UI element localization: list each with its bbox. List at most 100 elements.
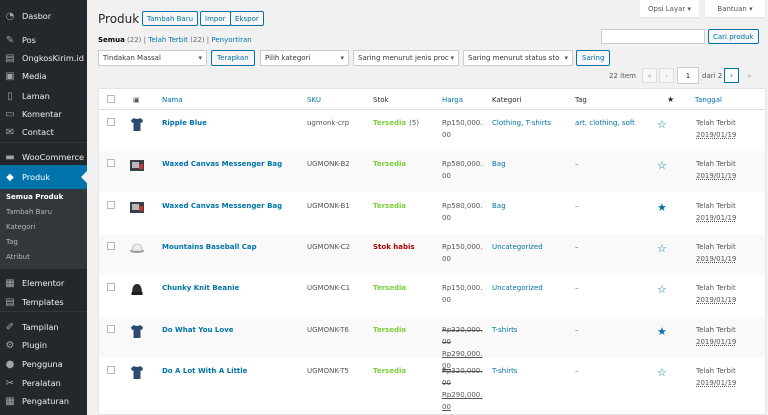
- column-date[interactable]: Tanggal: [695, 96, 722, 104]
- category-select[interactable]: Pilih kategori ▾: [260, 50, 349, 66]
- menu-item-tampilan[interactable]: ✐ Tampilan: [0, 317, 87, 337]
- product-thumbnail[interactable]: [129, 364, 145, 380]
- product-tag-link[interactable]: art, clothing, soft: [575, 119, 635, 127]
- submenu-item[interactable]: Tambah Baru: [0, 204, 87, 219]
- menu-item-produk[interactable]: ◆ Produk: [0, 165, 87, 189]
- menu-item-laman[interactable]: ▯ Laman: [0, 86, 87, 106]
- stock-status-select[interactable]: Saring menurut status sto ▾: [463, 50, 573, 66]
- chevron-down-icon: ▾: [564, 54, 568, 62]
- product-thumbnail[interactable]: [129, 323, 145, 339]
- screen-options-button[interactable]: Opsi Layar ▾: [640, 0, 700, 17]
- product-name-link[interactable]: Ripple Blue: [162, 119, 207, 127]
- menu-item-peralatan[interactable]: ✂ Peralatan: [0, 373, 87, 393]
- filter-published[interactable]: Telah Terbit: [148, 36, 188, 44]
- product-name-link[interactable]: Waxed Canvas Messenger Bag: [162, 202, 282, 210]
- row-checkbox[interactable]: [107, 325, 115, 333]
- product-tag-empty: –: [575, 202, 579, 210]
- featured-star-filled-icon[interactable]: ★: [657, 202, 667, 213]
- product-category-link[interactable]: Bag: [492, 160, 506, 168]
- column-name[interactable]: Nama: [162, 96, 183, 104]
- product-name-link[interactable]: Do What You Love: [162, 326, 234, 334]
- product-category-link[interactable]: Clothing, T-shirts: [492, 119, 551, 127]
- row-checkbox[interactable]: [107, 118, 115, 126]
- submenu-item[interactable]: Kategori: [0, 219, 87, 234]
- row-checkbox[interactable]: [107, 201, 115, 209]
- filter-button[interactable]: Saring: [576, 50, 611, 66]
- submenu-item[interactable]: Semua Produk: [0, 189, 87, 204]
- submenu-item[interactable]: Tag: [0, 234, 87, 249]
- menu-item-label: Laman: [22, 91, 50, 101]
- menu-item-media[interactable]: ▣ Media: [0, 66, 87, 86]
- filter-all[interactable]: Semua: [98, 36, 125, 44]
- column-sku[interactable]: SKU: [307, 96, 321, 104]
- menu-item-ongkoskirim-id[interactable]: ▤ OngkosKirim.id: [0, 48, 87, 68]
- column-featured-star-icon[interactable]: ★: [667, 95, 674, 104]
- product-category-link[interactable]: T-shirts: [492, 367, 517, 375]
- filter-sorting[interactable]: Penyortiran: [211, 36, 251, 44]
- apply-button[interactable]: Terapkan: [211, 50, 255, 66]
- price-line: Rp320,000.: [442, 326, 483, 334]
- product-sku: UGMONK-B2: [307, 160, 350, 168]
- column-price[interactable]: Harga: [442, 96, 463, 104]
- product-thumbnail[interactable]: [129, 116, 145, 132]
- featured-star-outline-icon[interactable]: ☆: [657, 284, 667, 295]
- current-page-input[interactable]: 1: [677, 67, 699, 84]
- submenu-item[interactable]: Atribut: [0, 249, 87, 264]
- menu-item-pengaturan[interactable]: ▦ Pengaturan: [0, 391, 87, 411]
- product-sku: UGMONK-T5: [307, 367, 349, 375]
- menu-item-elementor[interactable]: ▦ Elementor: [0, 273, 87, 293]
- product-thumbnail[interactable]: [129, 199, 145, 215]
- publish-date: 2019/01/19: [696, 338, 737, 346]
- featured-star-outline-icon[interactable]: ☆: [657, 243, 667, 254]
- row-checkbox[interactable]: [107, 366, 115, 374]
- product-type-select[interactable]: Saring menurut jenis proc ▾: [353, 50, 459, 66]
- row-checkbox[interactable]: [107, 242, 115, 250]
- price-line: Rp150,000.: [442, 243, 483, 251]
- product-price: Rp320,000. 00 Rp290,000. 00: [442, 365, 482, 413]
- product-name-link[interactable]: Mountains Baseball Cap: [162, 243, 257, 251]
- featured-star-outline-icon[interactable]: ☆: [657, 367, 667, 378]
- product-sku: UGMONK-C1: [307, 284, 351, 292]
- product-name-link[interactable]: Do A Lot With A Little: [162, 367, 247, 375]
- search-button[interactable]: Cari produk: [708, 29, 759, 44]
- last-page-button[interactable]: »: [742, 68, 757, 83]
- woocommerce-icon: ▬: [5, 151, 15, 163]
- featured-star-outline-icon[interactable]: ☆: [657, 160, 667, 171]
- menu-item-woocommerce[interactable]: ▬ WooCommerce: [0, 147, 87, 167]
- menu-item-komentar[interactable]: ▭ Komentar: [0, 104, 87, 124]
- search-input[interactable]: [601, 29, 705, 44]
- product-thumbnail[interactable]: [129, 281, 145, 297]
- next-page-button[interactable]: ›: [724, 68, 739, 83]
- bulk-actions-select[interactable]: Tindakan Massal ▾: [98, 50, 207, 66]
- menu-item-contact[interactable]: ✉ Contact: [0, 122, 87, 142]
- product-category-link[interactable]: Uncategorized: [492, 284, 543, 292]
- product-category-link[interactable]: Uncategorized: [492, 243, 543, 251]
- prev-page-button[interactable]: ‹: [659, 68, 674, 83]
- product-category-link[interactable]: T-shirts: [492, 326, 517, 334]
- add-new-button[interactable]: Tambah Baru: [142, 11, 199, 26]
- featured-star-filled-icon[interactable]: ★: [657, 326, 667, 337]
- row-checkbox[interactable]: [107, 159, 115, 167]
- select-all-checkbox[interactable]: [107, 95, 115, 103]
- product-thumbnail[interactable]: [129, 157, 145, 173]
- first-page-button[interactable]: «: [642, 68, 657, 83]
- menu-item-templates[interactable]: ▤ Templates: [0, 292, 87, 312]
- menu-item-label: Plugin: [22, 340, 48, 350]
- product-category-link[interactable]: Bag: [492, 202, 506, 210]
- menu-item-pos[interactable]: ✎ Pos: [0, 30, 87, 50]
- menu-item-pengguna[interactable]: ● Pengguna: [0, 354, 87, 374]
- menu-item-plugin[interactable]: ⚙ Plugin: [0, 335, 87, 355]
- help-button[interactable]: Bantuan ▾: [705, 0, 765, 17]
- row-checkbox[interactable]: [107, 283, 115, 291]
- import-button[interactable]: Impor: [200, 11, 231, 26]
- product-sku: ugmonk-crp: [307, 119, 350, 127]
- product-name-link[interactable]: Waxed Canvas Messenger Bag: [162, 160, 282, 168]
- menu-item-dasbor[interactable]: ◔ Dasbor: [0, 6, 87, 26]
- featured-star-outline-icon[interactable]: ☆: [657, 119, 667, 130]
- product-tag-empty: –: [575, 160, 579, 168]
- main-content: Opsi Layar ▾ Bantuan ▾ Produk Tambah Bar…: [87, 0, 768, 415]
- product-thumbnail[interactable]: [129, 240, 145, 256]
- product-name-link[interactable]: Chunky Knit Beanie: [162, 284, 239, 292]
- menu-item-label: Dasbor: [22, 11, 52, 21]
- export-button[interactable]: Ekspor: [230, 11, 264, 26]
